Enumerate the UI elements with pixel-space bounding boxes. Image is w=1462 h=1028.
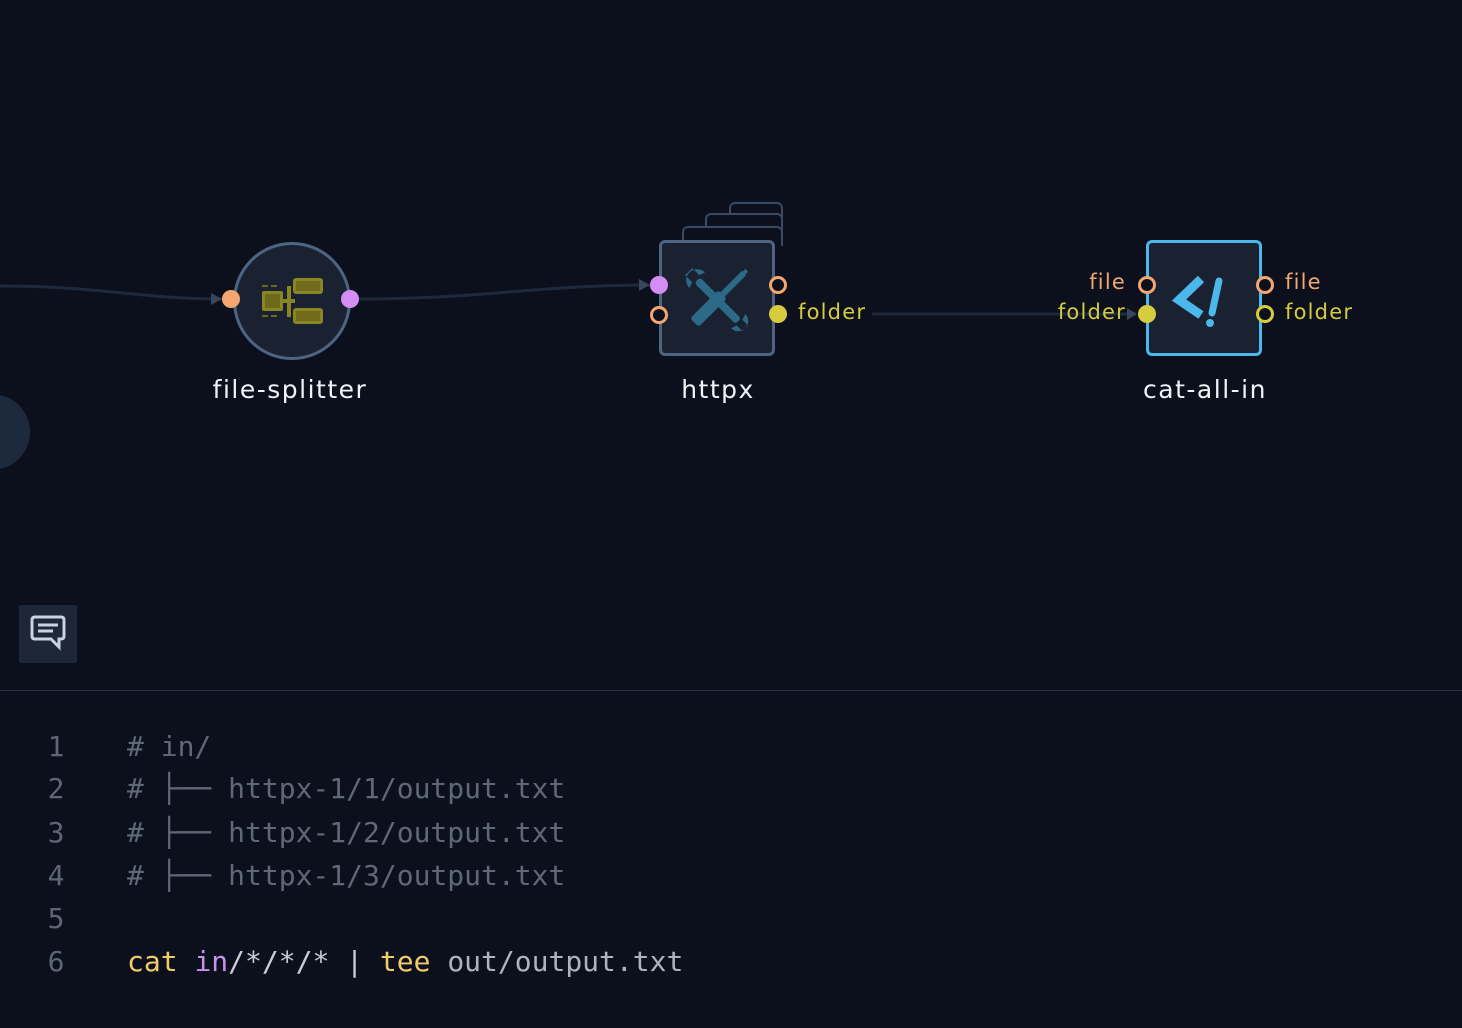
- code-line[interactable]: 6 cat in/*/*/* | tee out/output.txt: [0, 942, 1462, 982]
- code-token-path: in: [194, 945, 229, 978]
- cat-all-in-input-port-file[interactable]: [1138, 276, 1156, 294]
- file-splitter-input-port[interactable]: [222, 290, 240, 308]
- node-label-httpx: httpx: [681, 375, 755, 404]
- cat-all-in-output-port-file[interactable]: [1256, 276, 1274, 294]
- code-editor[interactable]: 1 # in/2 # ├── httpx-1/1/output.txt 3 # ├── …: [0, 691, 1462, 1028]
- line-code[interactable]: # ├── httpx-1/2/output.txt: [127, 813, 565, 853]
- code-token-comment: # ├── httpx-1/2/output.txt: [127, 816, 566, 849]
- httpx-port-label-folder: folder: [798, 300, 867, 324]
- node-file-splitter[interactable]: [233, 242, 351, 360]
- code-token-keyword: cat: [127, 945, 178, 978]
- line-number: 2: [47, 772, 65, 805]
- httpx-output-port-file[interactable]: [769, 276, 787, 294]
- node-label-file-splitter: file-splitter: [212, 375, 368, 404]
- workflow-canvas[interactable]: file-splitter folder httpx file folder f…: [0, 0, 1462, 690]
- cat-all-in-input-label-file: file: [1089, 270, 1126, 294]
- code-token-comment: # ├── httpx-1/1/output.txt: [127, 772, 566, 805]
- file-splitter-icon: [262, 278, 323, 324]
- code-token-plain: /*/*/*: [228, 945, 330, 978]
- node-cat-all-in[interactable]: [1146, 240, 1262, 356]
- code-line[interactable]: 4 # ├── httpx-1/3/output.txt: [0, 856, 1462, 896]
- httpx-input-port-1[interactable]: [650, 276, 668, 294]
- edge-file-splitter-to-httpx[interactable]: [358, 283, 651, 301]
- line-code[interactable]: # ├── httpx-1/1/output.txt: [127, 769, 565, 809]
- line-number: 6: [47, 945, 65, 978]
- tools-icon: [685, 268, 749, 332]
- node-httpx[interactable]: [659, 240, 775, 356]
- comment-button[interactable]: [19, 605, 77, 663]
- code-token-comment: # in/: [127, 730, 212, 763]
- httpx-output-port-folder[interactable]: [769, 305, 787, 323]
- line-number: 3: [47, 816, 65, 849]
- comment-icon: [30, 615, 66, 651]
- line-code[interactable]: # ├── httpx-1/3/output.txt: [127, 856, 565, 896]
- cat-all-in-input-label-folder: folder: [1057, 300, 1126, 324]
- code-token-plain: |: [329, 945, 380, 978]
- edge-incoming[interactable]: [0, 284, 223, 301]
- cat-all-in-output-port-folder[interactable]: [1256, 305, 1274, 323]
- code-token-keyword: tee: [379, 945, 431, 978]
- script-icon: [1171, 275, 1223, 327]
- code-token-dim: out/output.txt: [430, 945, 684, 978]
- file-splitter-output-port[interactable]: [341, 290, 359, 308]
- node-label-cat-all-in: cat-all-in: [1143, 375, 1267, 404]
- line-number: 4: [47, 859, 65, 892]
- code-line[interactable]: 1 # in/: [0, 727, 1462, 767]
- code-line[interactable]: 3 # ├── httpx-1/2/output.txt: [0, 813, 1462, 853]
- app-root: file-splitter folder httpx file folder f…: [0, 0, 1462, 1028]
- edge-arrow-httpx: [639, 279, 650, 291]
- cat-all-in-output-label-folder: folder: [1285, 300, 1354, 324]
- edge-arrow-cat-all-in: [1127, 308, 1137, 320]
- code-line[interactable]: 5: [0, 899, 1462, 939]
- cat-all-in-input-port-folder[interactable]: [1138, 305, 1156, 323]
- code-token-comment: # ├── httpx-1/3/output.txt: [127, 859, 566, 892]
- cat-all-in-output-label-file: file: [1285, 270, 1322, 294]
- code-line[interactable]: 2 # ├── httpx-1/1/output.txt: [0, 769, 1462, 809]
- edge-arrow-file-splitter: [211, 293, 222, 305]
- line-code[interactable]: cat in/*/*/* | tee out/output.txt: [127, 942, 683, 982]
- line-number: 1: [47, 730, 65, 763]
- line-code[interactable]: # in/: [127, 727, 211, 767]
- httpx-input-port-2[interactable]: [650, 306, 668, 324]
- line-number: 5: [47, 902, 65, 935]
